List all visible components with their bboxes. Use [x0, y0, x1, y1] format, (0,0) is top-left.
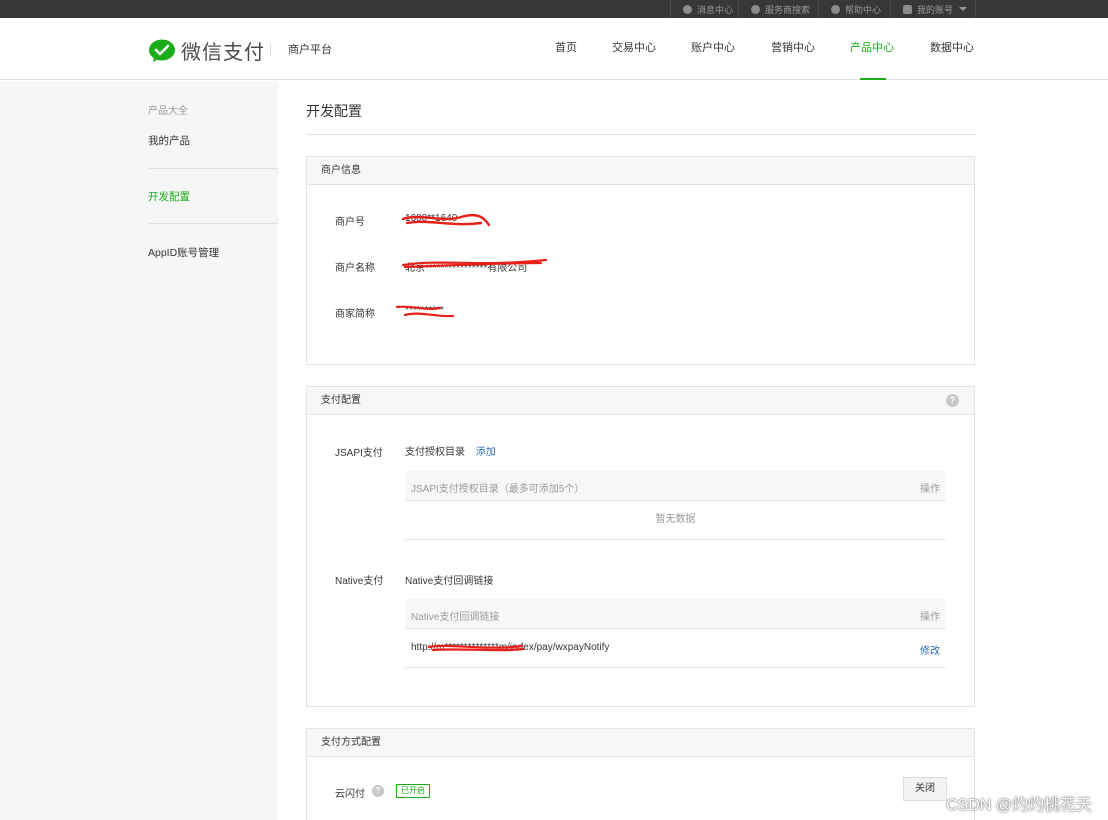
merchant-id-label: 商户号	[335, 217, 365, 228]
empty-state: 暂无数据	[405, 501, 946, 540]
nav-product-center[interactable]: 产品中心	[850, 39, 894, 55]
question-icon[interactable]: ?	[946, 394, 959, 407]
divider	[148, 223, 278, 224]
column-header: Native支付回调链接	[411, 612, 500, 623]
account-menu[interactable]: 我的账号	[890, 0, 977, 18]
jsapi-table: JSAPI支付授权目录（最多可添加5个） 操作 暂无数据	[405, 471, 946, 540]
help-icon	[831, 4, 840, 14]
sidebar-item-appid[interactable]: AppID账号管理	[148, 245, 219, 260]
nav-trade-center[interactable]: 交易中心	[612, 39, 656, 55]
native-table: Native支付回调链接 操作 http://m**************m/…	[405, 599, 946, 668]
chevron-down-icon	[959, 7, 968, 11]
service-search-link[interactable]: 服务商搜索	[738, 0, 810, 18]
sidebar: 产品大全 我的产品 开发配置 AppID账号管理	[0, 81, 278, 820]
sidebar-item-dev-config[interactable]: 开发配置	[148, 189, 190, 204]
panel-header: 商户信息	[307, 157, 974, 185]
user-icon	[903, 4, 912, 14]
logo-text: 微信支付	[181, 42, 265, 64]
merchant-short-name-value: **********	[405, 305, 444, 316]
merchant-name-label: 商户名称	[335, 263, 375, 274]
divider	[270, 43, 271, 57]
table-header: JSAPI支付授权目录（最多可添加5个） 操作	[405, 471, 946, 501]
nav-home[interactable]: 首页	[555, 39, 577, 55]
platform-name: 商户平台	[288, 44, 332, 56]
watermark-text: CSDN @灼灼桃花夭	[945, 797, 1092, 814]
sidebar-item-my-products[interactable]: 我的产品	[148, 133, 190, 148]
table-header: Native支付回调链接 操作	[405, 599, 946, 629]
nav-active-indicator	[860, 78, 886, 80]
column-header: 操作	[920, 612, 940, 623]
column-header: JSAPI支付授权目录（最多可添加5个）	[411, 484, 585, 495]
merchant-short-name-label: 商家简称	[335, 309, 375, 320]
panel-header: 支付配置 ?	[307, 387, 974, 415]
add-auth-dir-link[interactable]: 添加	[476, 447, 496, 458]
page-title: 开发配置	[306, 103, 362, 119]
nav-data-center[interactable]: 数据中心	[930, 39, 974, 55]
jsapi-subtitle: 支付授权目录 添加	[405, 447, 496, 458]
status-badge: 已开启	[396, 784, 430, 798]
message-icon	[683, 4, 692, 14]
jsapi-label: JSAPI支付	[335, 448, 383, 459]
help-link[interactable]: 帮助中心	[818, 0, 881, 18]
merchant-id-value: 1600**1640	[405, 213, 458, 224]
search-icon	[751, 4, 760, 14]
divider	[148, 168, 278, 169]
messages-link[interactable]: 消息中心	[670, 0, 733, 18]
callback-url: http://m**************m/index/pay/wxpayN…	[411, 642, 610, 653]
sidebar-category: 产品大全	[148, 106, 188, 117]
wechat-pay-logo[interactable]: 微信支付	[148, 36, 265, 65]
divider	[306, 134, 975, 135]
question-icon[interactable]: ?	[372, 785, 384, 797]
column-header: 操作	[920, 484, 940, 495]
close-button[interactable]: 关闭	[903, 777, 947, 801]
nav-account-center[interactable]: 账户中心	[691, 39, 735, 55]
unionpay-label: 云闪付	[335, 789, 365, 800]
pay-method-panel: 支付方式配置 云闪付 ? 已开启 关闭	[306, 728, 975, 820]
native-subtitle: Native支付回调链接	[405, 576, 494, 587]
main-header: 微信支付 商户平台 首页 交易中心 账户中心 营销中心 产品中心 数据中心	[0, 18, 1108, 80]
wechat-logo-icon	[149, 39, 175, 62]
merchant-name-value: 北京****************有限公司	[405, 263, 528, 274]
panel-header: 支付方式配置	[307, 729, 974, 757]
table-row: http://m**************m/index/pay/wxpayN…	[405, 629, 946, 668]
native-label: Native支付	[335, 576, 384, 587]
edit-callback-link[interactable]: 修改	[920, 642, 940, 657]
nav-marketing-center[interactable]: 营销中心	[771, 39, 815, 55]
pay-config-panel: 支付配置 ? JSAPI支付 支付授权目录 添加 JSAPI支付授权目录（最多可…	[306, 386, 975, 707]
top-utility-bar: 消息中心 服务商搜索 帮助中心 我的账号	[0, 0, 1108, 18]
merchant-info-panel: 商户信息 商户号 1600**1640 商户名称 北京*************…	[306, 156, 975, 365]
